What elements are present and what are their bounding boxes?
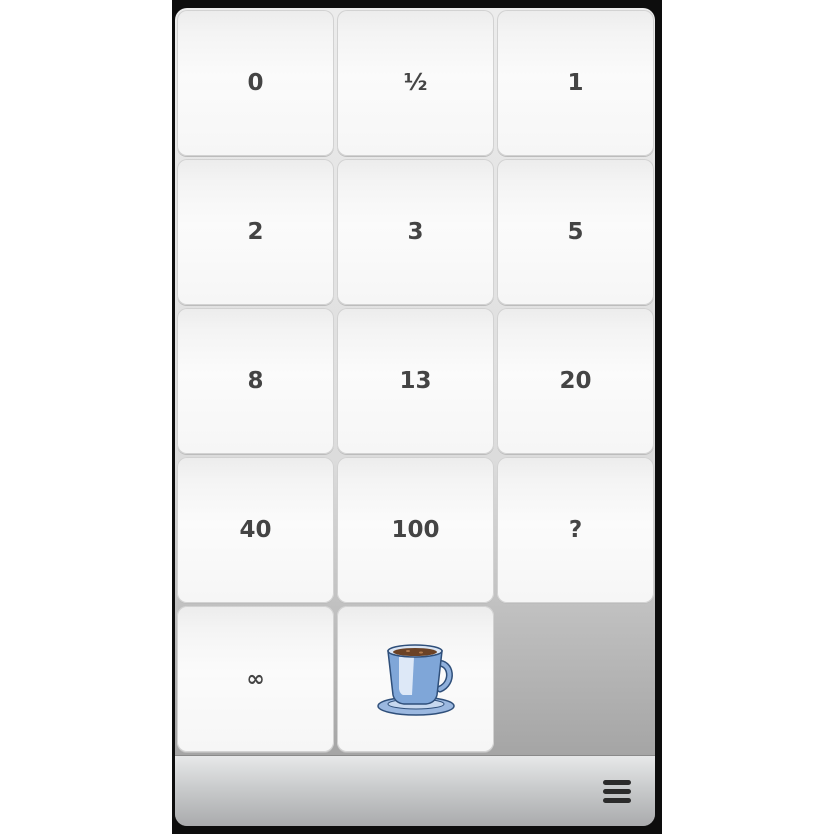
card-5[interactable]: 5 [497, 159, 654, 305]
card-label: 40 [239, 517, 272, 543]
card-8[interactable]: 8 [177, 308, 334, 454]
card-label: 0 [247, 70, 264, 96]
coffee-cup-icon [376, 644, 455, 716]
bottom-action-bar [175, 755, 655, 826]
card-2[interactable]: 2 [177, 159, 334, 305]
card-1[interactable]: 1 [497, 10, 654, 156]
card-label: 3 [407, 219, 424, 245]
card-label: 2 [247, 219, 264, 245]
card-label: 100 [391, 517, 440, 543]
card-label: 8 [247, 368, 264, 394]
card-40[interactable]: 40 [177, 457, 334, 603]
card-13[interactable]: 13 [337, 308, 494, 454]
device-frame: 0 ½ 1 2 3 5 8 13 20 40 100 ? ∞ [172, 0, 662, 834]
card-half[interactable]: ½ [337, 10, 494, 156]
estimate-card-grid: 0 ½ 1 2 3 5 8 13 20 40 100 ? ∞ [175, 8, 655, 754]
menu-button[interactable] [601, 776, 633, 808]
card-20[interactable]: 20 [497, 308, 654, 454]
card-label: 1 [567, 70, 584, 96]
card-label: ? [568, 517, 583, 543]
card-infinity[interactable]: ∞ [177, 606, 334, 752]
card-label: ½ [403, 70, 428, 96]
app-screen: 0 ½ 1 2 3 5 8 13 20 40 100 ? ∞ [175, 8, 655, 826]
card-label: 20 [559, 368, 592, 394]
card-coffee[interactable] [337, 606, 494, 752]
card-3[interactable]: 3 [337, 159, 494, 305]
card-question[interactable]: ? [497, 457, 654, 603]
card-label: 5 [567, 219, 584, 245]
card-0[interactable]: 0 [177, 10, 334, 156]
card-label: ∞ [246, 666, 265, 692]
card-label: 13 [399, 368, 432, 394]
menu-icon [603, 780, 631, 803]
card-100[interactable]: 100 [337, 457, 494, 603]
